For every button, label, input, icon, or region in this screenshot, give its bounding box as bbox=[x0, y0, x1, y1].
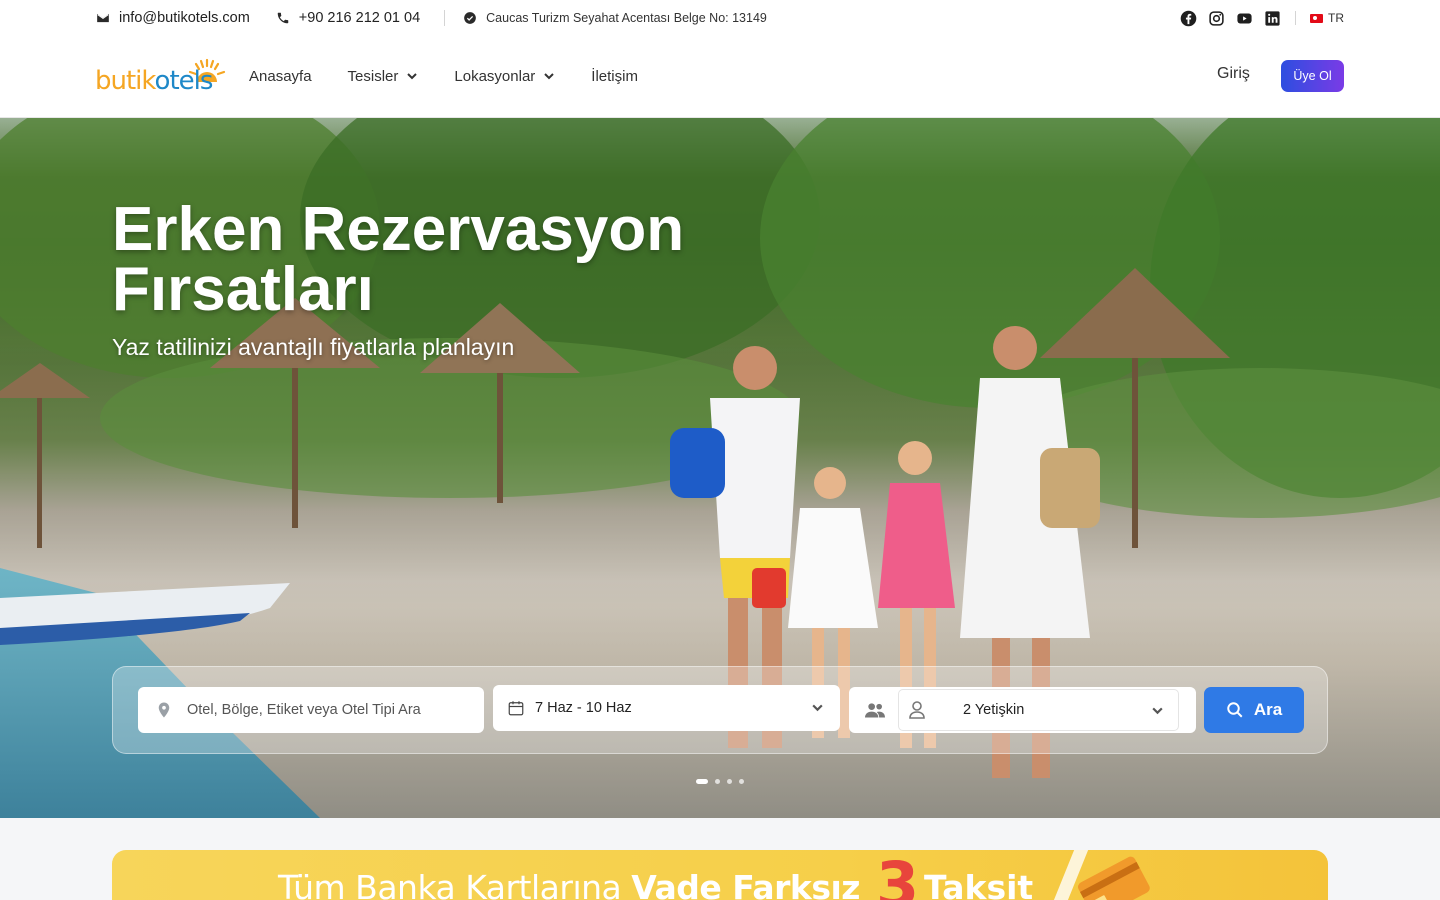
guests-field: 2 Yetişkin bbox=[849, 687, 1196, 733]
verified-badge-icon bbox=[464, 12, 476, 24]
nav-item-label: İletişim bbox=[591, 67, 638, 85]
location-search-input[interactable] bbox=[187, 702, 457, 718]
date-range-value: 7 Haz - 10 Haz bbox=[535, 700, 632, 716]
nav-item-label: Tesisler bbox=[347, 67, 399, 85]
nav-item-locations[interactable]: Lokasyonlar bbox=[454, 68, 555, 85]
chevron-down-icon bbox=[1152, 707, 1163, 715]
divider bbox=[1295, 11, 1296, 25]
logo-text-part1: butik bbox=[95, 66, 156, 96]
promo-text-bold: Vade Farksız bbox=[631, 868, 861, 900]
login-link[interactable]: Giriş bbox=[1217, 65, 1250, 83]
guests-select[interactable]: 2 Yetişkin bbox=[898, 689, 1179, 731]
main-menu: Anasayfa Tesisler Lokasyonlar İletişim bbox=[249, 36, 674, 116]
email-text: info@butikotels.com bbox=[119, 10, 250, 26]
phone-text: +90 216 212 01 04 bbox=[298, 10, 421, 26]
promo-installment-label: Taksit bbox=[924, 868, 1034, 900]
hero-photo-boat bbox=[0, 583, 290, 645]
nav-item-label: Lokasyonlar bbox=[454, 67, 536, 85]
carousel-dot[interactable] bbox=[696, 779, 708, 784]
mail-icon bbox=[97, 13, 109, 23]
top-bar: info@butikotels.com +90 216 212 01 04 Ca… bbox=[0, 0, 1440, 36]
main-navbar: butikotels Anasayfa Tesisler Lokasyonlar… bbox=[0, 36, 1440, 118]
youtube-icon[interactable] bbox=[1235, 9, 1253, 27]
search-button[interactable]: Ara bbox=[1204, 687, 1304, 733]
search-icon bbox=[1227, 702, 1243, 718]
contact-info: info@butikotels.com +90 216 212 01 04 Ca… bbox=[96, 0, 767, 36]
phone-icon bbox=[277, 12, 289, 24]
phone-link[interactable]: +90 216 212 01 04 bbox=[276, 10, 420, 26]
language-selector[interactable]: TR bbox=[1310, 11, 1344, 25]
chevron-down-icon bbox=[812, 704, 823, 712]
promo-text-light: Tüm Banka Kartlarına bbox=[278, 868, 632, 900]
credit-card-icon bbox=[1077, 856, 1150, 900]
promo-text: Tüm Banka Kartlarına Vade Farksız bbox=[278, 868, 861, 900]
instagram-icon[interactable] bbox=[1207, 9, 1225, 27]
email-link[interactable]: info@butikotels.com bbox=[96, 10, 250, 26]
signup-button[interactable]: Üye Ol bbox=[1281, 60, 1344, 92]
carousel-dot[interactable] bbox=[727, 779, 732, 784]
location-search-field[interactable] bbox=[138, 687, 484, 733]
carousel-dot[interactable] bbox=[715, 779, 720, 784]
hero-subtitle: Yaz tatilinizi avantajlı fiyatlarla plan… bbox=[112, 334, 515, 360]
location-pin-icon bbox=[158, 702, 170, 718]
nav-item-home[interactable]: Anasayfa bbox=[249, 68, 312, 85]
chevron-down-icon bbox=[407, 73, 418, 80]
search-button-label: Ara bbox=[1253, 700, 1283, 719]
carousel-indicators bbox=[696, 779, 751, 784]
hero-banner: Erken Rezervasyon Fırsatları Yaz tatilin… bbox=[0, 118, 1440, 818]
hero-photo-umbrella bbox=[0, 363, 90, 548]
language-label: TR bbox=[1328, 11, 1344, 25]
date-range-picker[interactable]: 7 Haz - 10 Haz bbox=[493, 685, 840, 731]
linkedin-icon[interactable] bbox=[1263, 9, 1281, 27]
logo-text-part2: otels bbox=[154, 66, 214, 96]
nav-item-facilities[interactable]: Tesisler bbox=[348, 68, 419, 85]
promo-installment-number: 3 bbox=[876, 850, 920, 900]
logo-text: butikotels bbox=[95, 66, 214, 96]
social-links: TR bbox=[1169, 0, 1344, 36]
carousel-dot[interactable] bbox=[739, 779, 744, 784]
nav-item-contact[interactable]: İletişim bbox=[591, 68, 638, 85]
guests-value: 2 Yetişkin bbox=[963, 702, 1025, 718]
calendar-icon bbox=[508, 701, 524, 716]
chevron-down-icon bbox=[544, 73, 555, 80]
site-logo[interactable]: butikotels bbox=[95, 54, 235, 100]
nav-item-label: Anasayfa bbox=[249, 67, 312, 85]
facebook-icon[interactable] bbox=[1179, 9, 1197, 27]
license-info: Caucas Turizm Seyahat Acentası Belge No:… bbox=[463, 11, 767, 25]
person-icon bbox=[909, 701, 925, 719]
divider bbox=[444, 10, 446, 26]
license-text: Caucas Turizm Seyahat Acentası Belge No:… bbox=[486, 11, 767, 25]
group-icon bbox=[865, 703, 885, 718]
turkey-flag-icon bbox=[1310, 13, 1323, 23]
search-panel: 7 Haz - 10 Haz 2 Yetişkin Ara bbox=[112, 666, 1328, 754]
hero-title: Erken Rezervasyon Fırsatları bbox=[112, 195, 685, 324]
promo-banner[interactable]: Tüm Banka Kartlarına Vade Farksız 3 Taks… bbox=[112, 850, 1328, 900]
